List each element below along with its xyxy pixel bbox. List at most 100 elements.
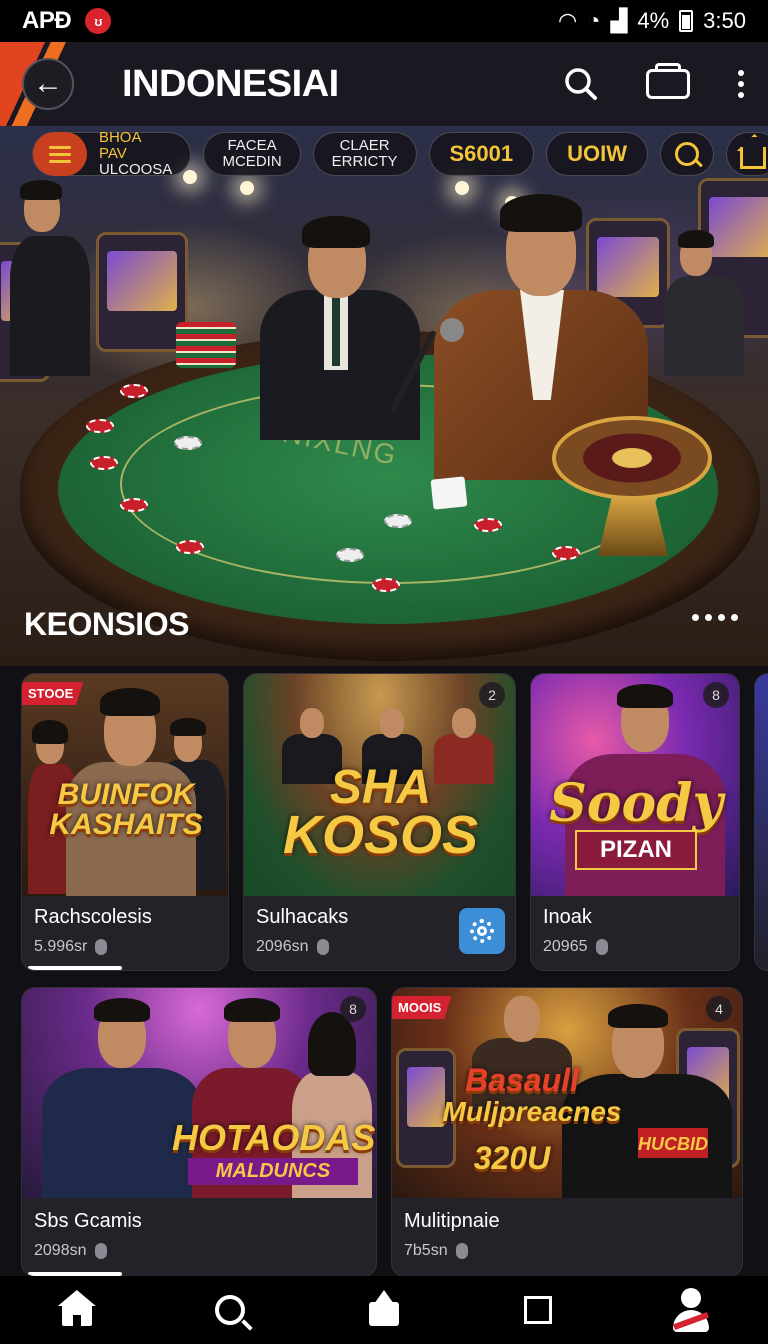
nav-search[interactable] xyxy=(200,1285,260,1335)
game-card[interactable]: HOTAODAS MALDUNCS 8 Sbs Gcamis 2098sn xyxy=(21,987,377,1277)
section-more-button[interactable] xyxy=(692,614,738,621)
alarm-icon: ◔ xyxy=(587,8,601,33)
game-card[interactable]: SHA KOSOS 2 Sulhacaks 2096sn xyxy=(243,673,516,971)
game-tag: MOOIS xyxy=(392,996,452,1019)
game-card[interactable]: BUINFOK KASHAITS STOOE Rachscolesis 5.99… xyxy=(21,673,229,971)
nav-bag[interactable] xyxy=(354,1285,414,1335)
signal-icon: ▟ xyxy=(610,8,628,33)
game-meta: 2096sn xyxy=(256,938,329,956)
filter-home-button[interactable] xyxy=(725,132,768,176)
cart-icon xyxy=(646,63,690,99)
more-menu-button[interactable] xyxy=(738,70,744,98)
menu-filter-chip[interactable]: BHOA PAV ULCOOSA xyxy=(32,129,192,178)
cart-button[interactable] xyxy=(646,63,690,99)
game-thumbnail: SHA KOSOS xyxy=(244,674,515,896)
playing-card-icon xyxy=(430,476,468,510)
search-icon xyxy=(215,1295,246,1325)
dealer-left xyxy=(250,216,430,446)
game-card[interactable]: Soody PIZAN 8 Inoak 20965 xyxy=(530,673,740,971)
app-bar: ← INDONESIAI xyxy=(0,42,768,126)
chip-icon xyxy=(552,546,580,560)
filter-chip-3[interactable]: S6001 xyxy=(428,132,535,176)
game-thumbnail: HOTAODAS MALDUNCS xyxy=(22,988,376,1198)
filter-row: BHOA PAV ULCOOSA FACEA MCEDIN CLAER ERRI… xyxy=(32,129,768,178)
info-icon xyxy=(455,1243,468,1259)
game-badge: 2 xyxy=(479,682,505,708)
background-person xyxy=(0,176,100,376)
game-title: Rachscolesis xyxy=(34,906,152,928)
nav-home[interactable] xyxy=(47,1285,107,1335)
jersey-text: HUCBID xyxy=(638,1134,708,1154)
game-tag: STOOE xyxy=(22,682,84,705)
wifi-icon: ◠ xyxy=(557,8,578,33)
info-icon xyxy=(595,939,608,955)
home-icon xyxy=(739,147,766,169)
status-right: ◠ ◔ ▟ 4% 3:50 xyxy=(558,8,746,34)
back-button[interactable]: ← xyxy=(22,58,74,110)
game-thumbnail: Basaull Muljpreacnes 320U HUCBID xyxy=(392,988,742,1198)
filter-chip-1[interactable]: FACEA MCEDIN xyxy=(203,132,301,176)
more-horizontal-icon xyxy=(692,614,699,621)
microphone-head xyxy=(440,318,464,342)
info-icon xyxy=(316,939,329,955)
game-logo-bottom: 320U xyxy=(473,1140,551,1176)
settings-button[interactable] xyxy=(459,908,505,954)
info-icon xyxy=(95,939,108,955)
game-meta: 2098sn xyxy=(34,1242,107,1260)
section-title: KEONSIOS xyxy=(24,606,189,642)
status-left: APÐ ʊ xyxy=(22,7,112,35)
clock: 3:50 xyxy=(703,8,746,33)
game-logo-bottom: MALDUNCS xyxy=(188,1158,358,1185)
menu-icon xyxy=(33,132,87,176)
chip-icon xyxy=(90,456,118,470)
info-icon xyxy=(94,1243,107,1259)
progress-bar xyxy=(28,966,122,970)
filter-chip-4[interactable]: UOIW xyxy=(546,132,649,176)
game-badge: 8 xyxy=(703,682,729,708)
app-bar-actions xyxy=(564,42,744,126)
notification-badge-icon: ʊ xyxy=(85,8,112,34)
game-logo-bottom: PIZAN xyxy=(575,830,697,870)
filter-chip-2[interactable]: CLAER ERRICTY xyxy=(312,132,417,176)
game-meta: 7b5sn xyxy=(404,1242,468,1260)
page-title: INDONESIAI xyxy=(122,62,339,105)
game-logo: BUINFOK KASHAITS xyxy=(49,778,203,841)
game-card-partial[interactable] xyxy=(754,673,768,971)
menu-chip-label: BHOA PAV ULCOOSA xyxy=(98,129,173,178)
game-meta: 5.996sr xyxy=(34,938,108,956)
bag-icon xyxy=(368,1302,399,1326)
game-logo-top: Soody xyxy=(549,773,723,834)
battery-percent: 4% xyxy=(637,8,670,33)
home-icon xyxy=(61,1304,92,1326)
hero-banner[interactable]: DNIXLNG xyxy=(0,126,768,666)
chip-icon xyxy=(120,384,148,398)
status-bar: APÐ ʊ ◠ ◔ ▟ 4% 3:50 xyxy=(0,0,768,42)
carrier-label: APÐ xyxy=(22,7,72,34)
nav-square[interactable] xyxy=(508,1285,568,1335)
chip-icon xyxy=(86,419,114,433)
search-button[interactable] xyxy=(564,67,598,101)
nav-profile[interactable] xyxy=(661,1285,721,1335)
chip-icon xyxy=(176,540,204,554)
bottom-nav xyxy=(0,1276,768,1344)
game-title: Mulitipnaie xyxy=(404,1210,500,1232)
game-title: Sulhacaks xyxy=(256,906,349,928)
chip-icon xyxy=(372,578,400,592)
game-logo-top: Basaull xyxy=(465,1062,579,1098)
square-icon xyxy=(523,1296,552,1324)
game-card[interactable]: Basaull Muljpreacnes 320U HUCBID MOOIS 4… xyxy=(391,987,743,1277)
battery-icon xyxy=(679,10,694,32)
roulette-wheel xyxy=(552,416,712,500)
game-logo-mid: Muljpreacnes xyxy=(442,1096,622,1127)
filter-search-button[interactable] xyxy=(660,132,714,176)
game-thumbnail: Soody PIZAN xyxy=(531,674,739,896)
game-badge: 8 xyxy=(340,996,366,1022)
background-person xyxy=(660,226,750,376)
chip-stack xyxy=(176,322,236,368)
game-badge: 4 xyxy=(706,996,732,1022)
slot-machine xyxy=(96,232,188,352)
chip-icon xyxy=(474,518,502,532)
game-thumbnail: BUINFOK KASHAITS xyxy=(22,674,228,896)
game-logo-top: HOTAODAS xyxy=(172,1117,376,1158)
arrow-left-icon: ← xyxy=(33,67,63,100)
